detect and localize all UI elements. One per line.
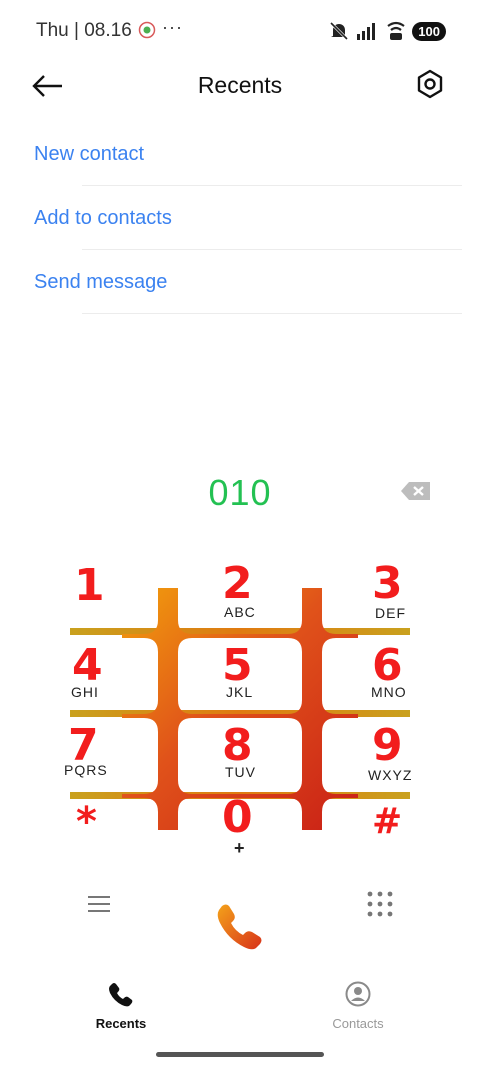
app-notification-icon xyxy=(138,21,156,39)
key-3[interactable]: 3 DEF xyxy=(358,562,422,622)
dialpad-grid-icon[interactable] xyxy=(366,890,394,918)
key-digit: 8 xyxy=(222,720,253,771)
header: Recents xyxy=(0,60,480,110)
key-letters: WXYZ xyxy=(368,767,413,783)
tab-recents[interactable]: Recents xyxy=(61,981,181,1031)
hotspot-icon xyxy=(387,21,405,40)
key-digit: 6 xyxy=(372,640,403,691)
phone-icon xyxy=(109,983,133,1007)
home-indicator[interactable] xyxy=(156,1052,324,1057)
add-to-contacts-link[interactable]: Add to contacts xyxy=(34,207,172,230)
status-icons: 100 xyxy=(328,18,446,44)
key-digit: 0 xyxy=(222,792,253,843)
key-2[interactable]: 2 ABC xyxy=(208,562,272,622)
key-letters: + xyxy=(234,838,246,858)
key-digit: 9 xyxy=(372,720,403,771)
key-6[interactable]: 6 MNO xyxy=(358,644,422,704)
signal-icon xyxy=(357,23,376,40)
divider xyxy=(82,185,462,186)
key-digit: 3 xyxy=(372,558,403,609)
bottom-navigation: Recents Contacts xyxy=(0,975,480,1035)
key-8[interactable]: 8 TUV xyxy=(208,724,272,784)
more-notifications-icon: ··· xyxy=(162,17,183,37)
divider xyxy=(82,249,462,250)
key-digit: * xyxy=(76,799,97,845)
key-letters: GHI xyxy=(71,684,99,700)
call-button[interactable] xyxy=(214,900,266,952)
settings-icon[interactable] xyxy=(412,66,448,102)
key-letters: DEF xyxy=(375,605,406,621)
key-digit: 1 xyxy=(74,560,105,611)
key-1[interactable]: 1 xyxy=(70,562,130,618)
key-digit: 4 xyxy=(72,640,103,691)
key-letters: PQRS xyxy=(64,762,108,778)
key-letters: TUV xyxy=(225,764,256,780)
status-time: Thu | 08.16 xyxy=(36,20,132,41)
key-letters: MNO xyxy=(371,684,407,700)
tab-recents-label: Recents xyxy=(95,1016,147,1031)
dial-keypad: 1 2 ABC 3 DEF 4 GHI 5 JKL 6 MNO 7 PQRS 8… xyxy=(58,560,422,860)
key-9[interactable]: 9 WXYZ xyxy=(358,724,422,784)
key-letters: ABC xyxy=(224,604,256,620)
divider xyxy=(82,313,462,314)
key-digit: 2 xyxy=(222,558,253,609)
key-hash[interactable]: # xyxy=(370,798,414,842)
page-title: Recents xyxy=(197,72,283,98)
key-5[interactable]: 5 JKL xyxy=(208,644,272,704)
muted-bell-icon xyxy=(330,21,349,41)
hamburger-menu-icon[interactable] xyxy=(86,892,112,916)
tab-contacts[interactable]: Contacts xyxy=(298,981,418,1031)
key-digit: # xyxy=(372,801,403,842)
backspace-icon[interactable] xyxy=(400,480,432,502)
key-7[interactable]: 7 PQRS xyxy=(62,724,122,784)
battery-indicator: 100 xyxy=(412,21,446,41)
new-contact-link[interactable]: New contact xyxy=(34,143,144,166)
dialer-actions xyxy=(0,880,480,950)
key-digit: 5 xyxy=(222,640,253,691)
status-bar: Thu | 08.16 ··· 100 xyxy=(0,0,480,60)
key-letters: JKL xyxy=(226,684,254,700)
person-circle-icon xyxy=(345,981,371,1007)
key-0[interactable]: 0 + xyxy=(208,796,272,860)
key-4[interactable]: 4 GHI xyxy=(66,644,126,704)
send-message-link[interactable]: Send message xyxy=(34,271,167,294)
key-star[interactable]: * xyxy=(72,798,116,845)
tab-contacts-label: Contacts xyxy=(332,1016,384,1031)
